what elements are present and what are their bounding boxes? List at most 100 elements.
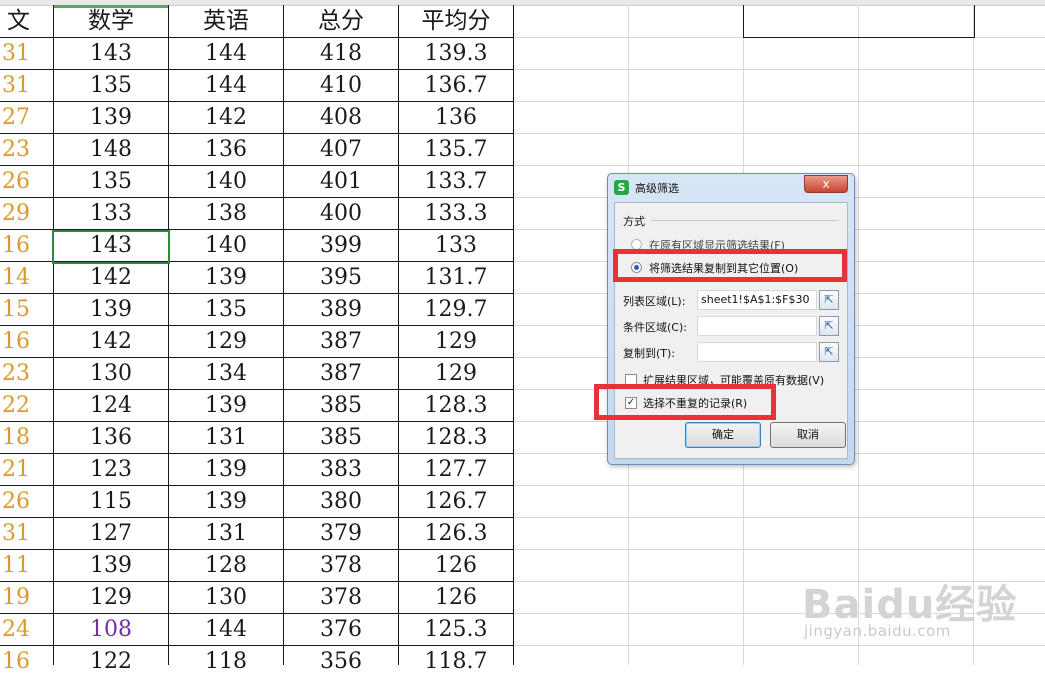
total-cell[interactable]: 383: [284, 454, 398, 486]
english-cell[interactable]: 144: [169, 70, 283, 102]
english-cell[interactable]: 134: [169, 358, 283, 390]
average-cell[interactable]: 126: [399, 550, 513, 582]
average-cell[interactable]: 129: [399, 326, 513, 358]
header-cell-average[interactable]: 平均分: [399, 5, 513, 37]
english-cell[interactable]: 128: [169, 550, 283, 582]
english-cell[interactable]: 139: [169, 390, 283, 422]
ok-button[interactable]: 确定: [685, 422, 761, 448]
chinese-cell[interactable]: 19: [0, 582, 30, 614]
english-cell[interactable]: 118: [169, 646, 283, 678]
total-cell[interactable]: 376: [284, 614, 398, 646]
english-cell[interactable]: 140: [169, 230, 283, 262]
math-cell[interactable]: 122: [54, 646, 168, 678]
chinese-cell[interactable]: 31: [0, 70, 30, 102]
chinese-cell[interactable]: 29: [0, 198, 30, 230]
average-cell[interactable]: 126.3: [399, 518, 513, 550]
total-cell[interactable]: 399: [284, 230, 398, 262]
english-cell[interactable]: 131: [169, 518, 283, 550]
average-cell[interactable]: 136.7: [399, 70, 513, 102]
chinese-cell[interactable]: 26: [0, 166, 30, 198]
english-cell[interactable]: 131: [169, 422, 283, 454]
total-cell[interactable]: 400: [284, 198, 398, 230]
range-picker-icon[interactable]: ⇱: [819, 290, 839, 310]
english-cell[interactable]: 140: [169, 166, 283, 198]
math-cell[interactable]: 133: [54, 198, 168, 230]
average-cell[interactable]: 127.7: [399, 454, 513, 486]
math-cell[interactable]: 129: [54, 582, 168, 614]
average-cell[interactable]: 129: [399, 358, 513, 390]
dialog-titlebar[interactable]: S 高级筛选 x: [608, 174, 854, 201]
total-cell[interactable]: 387: [284, 326, 398, 358]
chinese-cell[interactable]: 31: [0, 38, 30, 70]
math-cell[interactable]: 139: [54, 294, 168, 326]
average-cell[interactable]: 133.3: [399, 198, 513, 230]
total-cell[interactable]: 401: [284, 166, 398, 198]
chinese-cell[interactable]: 18: [0, 422, 30, 454]
average-cell[interactable]: 126.7: [399, 486, 513, 518]
math-cell[interactable]: 135: [54, 70, 168, 102]
math-cell[interactable]: 115: [54, 486, 168, 518]
total-cell[interactable]: 356: [284, 646, 398, 678]
english-cell[interactable]: 130: [169, 582, 283, 614]
total-cell[interactable]: 385: [284, 422, 398, 454]
average-cell[interactable]: 131.7: [399, 262, 513, 294]
cancel-button[interactable]: 取消: [770, 422, 846, 448]
chinese-cell[interactable]: 16: [0, 646, 30, 678]
total-cell[interactable]: 379: [284, 518, 398, 550]
total-cell[interactable]: 418: [284, 38, 398, 70]
chinese-cell[interactable]: 22: [0, 390, 30, 422]
english-cell[interactable]: 135: [169, 294, 283, 326]
header-cell-math[interactable]: 数学: [54, 5, 168, 37]
math-cell[interactable]: 127: [54, 518, 168, 550]
chinese-cell[interactable]: 23: [0, 134, 30, 166]
math-cell[interactable]: 130: [54, 358, 168, 390]
chinese-cell[interactable]: 15: [0, 294, 30, 326]
average-cell[interactable]: 118.7: [399, 646, 513, 678]
english-cell[interactable]: 139: [169, 262, 283, 294]
average-cell[interactable]: 133.7: [399, 166, 513, 198]
total-cell[interactable]: 407: [284, 134, 398, 166]
math-cell[interactable]: 135: [54, 166, 168, 198]
math-cell[interactable]: 123: [54, 454, 168, 486]
english-cell[interactable]: 136: [169, 134, 283, 166]
total-cell[interactable]: 408: [284, 102, 398, 134]
total-cell[interactable]: 385: [284, 390, 398, 422]
math-cell[interactable]: 143: [54, 38, 168, 70]
average-cell[interactable]: 125.3: [399, 614, 513, 646]
chinese-cell[interactable]: 16: [0, 326, 30, 358]
chinese-cell[interactable]: 11: [0, 550, 30, 582]
chinese-cell[interactable]: 27: [0, 102, 30, 134]
header-cell-total[interactable]: 总分: [284, 5, 398, 37]
total-cell[interactable]: 380: [284, 486, 398, 518]
range-picker-icon[interactable]: ⇱: [819, 316, 839, 336]
average-cell[interactable]: 135.7: [399, 134, 513, 166]
math-cell[interactable]: 148: [54, 134, 168, 166]
math-cell[interactable]: 108: [54, 614, 168, 646]
total-cell[interactable]: 378: [284, 550, 398, 582]
math-cell[interactable]: 139: [54, 550, 168, 582]
average-cell[interactable]: 136: [399, 102, 513, 134]
range-picker-icon[interactable]: ⇱: [819, 342, 839, 362]
english-cell[interactable]: 139: [169, 486, 283, 518]
bordered-empty-cells[interactable]: [743, 5, 975, 38]
average-cell[interactable]: 133: [399, 230, 513, 262]
average-cell[interactable]: 129.7: [399, 294, 513, 326]
close-icon[interactable]: x: [804, 175, 848, 193]
chinese-cell[interactable]: 24: [0, 614, 30, 646]
total-cell[interactable]: 378: [284, 582, 398, 614]
chinese-cell[interactable]: 26: [0, 486, 30, 518]
criteria-range-input[interactable]: [697, 316, 817, 336]
average-cell[interactable]: 128.3: [399, 422, 513, 454]
chinese-cell[interactable]: 21: [0, 454, 30, 486]
chinese-cell[interactable]: 31: [0, 518, 30, 550]
english-cell[interactable]: 144: [169, 614, 283, 646]
average-cell[interactable]: 139.3: [399, 38, 513, 70]
chinese-cell[interactable]: 23: [0, 358, 30, 390]
header-cell-chinese[interactable]: 文: [0, 5, 30, 37]
list-range-input[interactable]: sheet1!$A$1:$F$30: [697, 290, 817, 310]
total-cell[interactable]: 387: [284, 358, 398, 390]
math-cell[interactable]: 124: [54, 390, 168, 422]
english-cell[interactable]: 129: [169, 326, 283, 358]
copy-to-input[interactable]: [697, 342, 817, 362]
math-cell[interactable]: 142: [54, 262, 168, 294]
